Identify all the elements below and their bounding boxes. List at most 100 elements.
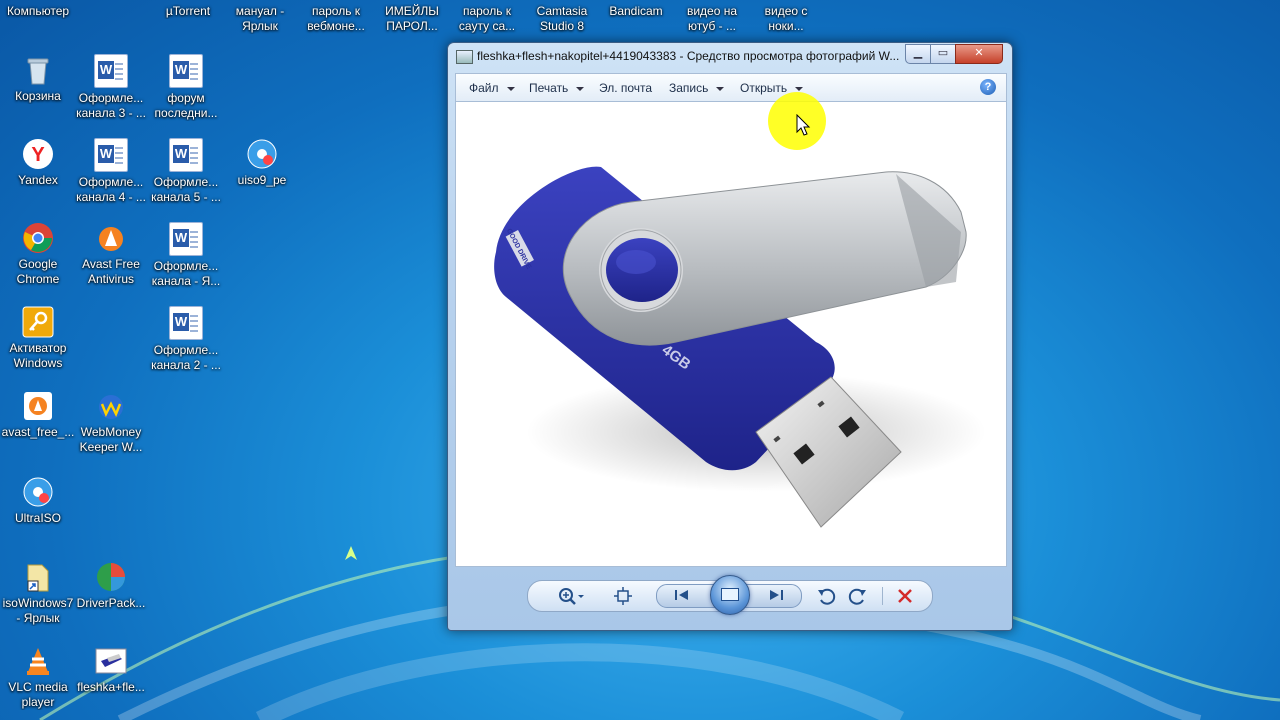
menu-print-label: Печать (529, 81, 569, 95)
recycle-bin-icon (22, 54, 54, 86)
desktop-icon-webmoney[interactable]: WebMoney Keeper W... (73, 390, 149, 455)
desktop-item-password-webmoney[interactable]: пароль к вебмоне... (298, 4, 374, 34)
desktop-icon-avast-installer[interactable]: avast_free_... (0, 390, 76, 440)
desktop-item-video-youtube[interactable]: видео на ютуб - ... (674, 4, 750, 34)
desktop-icon-activator[interactable]: Активатор Windows (0, 306, 76, 371)
word-doc-icon (169, 54, 203, 88)
chevron-down-icon (576, 86, 585, 91)
desktop-icon-uiso9-pe[interactable]: uiso9_pe (224, 138, 300, 188)
zoom-button[interactable] (554, 586, 588, 606)
photo-viewer-app-icon (456, 50, 473, 64)
avast-icon (95, 222, 127, 254)
desktop-icon-label: WebMoney Keeper W... (79, 425, 143, 454)
desktop-icon-label: avast_free_... (1, 425, 75, 439)
desktop-item-camtasia[interactable]: Camtasia Studio 8 (524, 4, 600, 34)
webmoney-icon (95, 390, 127, 422)
previous-button[interactable] (667, 586, 697, 606)
menu-burn[interactable]: Запись (669, 81, 725, 95)
shortcut-icon (22, 561, 54, 593)
desktop-item-emails[interactable]: ИМЕЙЛЫ ПАРОЛ... (374, 4, 450, 34)
desktop-icon-doc-channel-3[interactable]: Оформле... канала 3 - ... (73, 54, 149, 121)
desktop-icon-label: Оформле... канала 4 - ... (76, 175, 146, 204)
next-button[interactable] (761, 586, 791, 606)
menu-file[interactable]: Файл (469, 81, 515, 95)
zoom-icon (559, 588, 584, 605)
desktop-item-computer[interactable]: Компьютер (0, 4, 76, 19)
desktop-icon-label: Google Chrome (16, 257, 60, 286)
desktop-item-video-nokia[interactable]: видео с ноки... (748, 4, 824, 34)
key-icon (22, 306, 54, 338)
desktop-icon-label: isoWindows7 - Ярлык (2, 596, 74, 625)
desktop-icon-doc-channel-4[interactable]: Оформле... канала 4 - ... (73, 138, 149, 205)
desktop-icon-label: VLC media player (8, 680, 68, 709)
desktop-icon-label: fleshka+fle... (77, 680, 145, 694)
menu-bar: Файл Печать Эл. почта Запись Открыть ? (455, 73, 1007, 102)
menu-open-label: Открыть (740, 81, 788, 95)
next-icon (770, 590, 783, 600)
window-titlebar[interactable]: fleshka+flesh+nakopitel+4419043383 - Сре… (448, 43, 1012, 69)
minimize-button[interactable]: ▁ (905, 44, 931, 64)
photo-display-area: GOOD DRIVE 4GB (455, 101, 1007, 567)
ultraiso-icon (22, 476, 54, 508)
desktop-icon-doc-channel-ya[interactable]: Оформле... канала - Я... (148, 222, 224, 289)
driverpack-icon (95, 561, 127, 593)
rotate-left-button[interactable] (814, 586, 838, 606)
usb-flash-drive-image: GOOD DRIVE 4GB (494, 166, 986, 528)
rotate-right-button[interactable] (846, 586, 870, 606)
chevron-down-icon (506, 86, 515, 91)
desktop-icon-doc-channel-5[interactable]: Оформле... канала 5 - ... (148, 138, 224, 205)
desktop-icon-label: uiso9_pe (237, 173, 287, 187)
desktop-item-utorrent[interactable]: µTorrent (150, 4, 226, 19)
delete-button[interactable] (892, 586, 918, 606)
desktop-icon-label: Активатор Windows (9, 341, 67, 370)
desktop-icon-label: Оформле... канала 3 - ... (76, 91, 146, 120)
rotate-left-icon (818, 588, 836, 605)
actual-size-button[interactable] (610, 586, 636, 606)
menu-file-label: Файл (469, 81, 499, 95)
photo-viewer-window: fleshka+flesh+nakopitel+4419043383 - Сре… (447, 42, 1013, 631)
desktop-item-manual[interactable]: мануал - Ярлык (222, 4, 298, 34)
desktop-icon-label: Оформле... канала 2 - ... (151, 343, 221, 372)
rotate-right-icon (848, 588, 866, 605)
viewer-toolbar (527, 575, 933, 615)
desktop-icon-label: Корзина (15, 89, 61, 103)
desktop-icon-label: Yandex (18, 173, 58, 187)
desktop-icon-chrome[interactable]: Google Chrome (0, 222, 76, 287)
desktop-item-bandicam[interactable]: Bandicam (598, 4, 674, 19)
menu-print[interactable]: Печать (529, 81, 585, 95)
desktop-icon-vlc[interactable]: VLC media player (0, 645, 76, 710)
desktop-icon-doc-channel-2[interactable]: Оформле... канала 2 - ... (148, 306, 224, 373)
chevron-down-icon (795, 86, 804, 91)
desktop-icon-doc-forum[interactable]: форум последни... (148, 54, 224, 121)
desktop-icon-driverpack[interactable]: DriverPack... (73, 561, 149, 611)
chrome-icon (22, 222, 54, 254)
desktop-item-password-site[interactable]: пароль к саyту са... (449, 4, 525, 34)
word-doc-icon (169, 222, 203, 256)
window-title: fleshka+flesh+nakopitel+4419043383 - Сре… (477, 49, 900, 63)
previous-icon (675, 590, 688, 600)
desktop-icon-yandex[interactable]: Y Yandex (0, 138, 76, 188)
desktop-icon-fleshka-image[interactable]: fleshka+fle... (73, 645, 149, 695)
desktop-icon-avast[interactable]: Avast Free Antivirus (73, 222, 149, 287)
desktop-icon-ultraiso[interactable]: UltraISO (0, 476, 76, 526)
slideshow-button[interactable] (710, 575, 750, 615)
desktop-icon-recycle-bin[interactable]: Корзина (0, 54, 76, 104)
menu-email-label: Эл. почта (599, 81, 653, 95)
help-icon[interactable]: ? (980, 79, 996, 95)
image-file-icon (95, 645, 127, 677)
desktop-icon-label: Оформле... канала - Я... (151, 259, 221, 288)
menu-email[interactable]: Эл. почта (599, 81, 652, 95)
slideshow-icon (721, 588, 739, 601)
toolbar-divider (882, 587, 883, 605)
close-button[interactable]: ✕ (955, 44, 1003, 64)
desktop-icon-iso-windows7[interactable]: isoWindows7 - Ярлык (0, 561, 76, 626)
desktop-icon-label: Оформле... канала 5 - ... (151, 175, 221, 204)
word-doc-icon (94, 54, 128, 88)
svg-text:Y: Y (31, 144, 45, 166)
word-doc-icon (169, 306, 203, 340)
maximize-button[interactable]: ▭ (930, 44, 956, 64)
chevron-down-icon (716, 86, 725, 91)
yandex-browser-icon: Y (22, 138, 54, 170)
desktop-icon-label: UltraISO (14, 511, 61, 525)
desktop-icon-label: форум последни... (154, 91, 218, 120)
